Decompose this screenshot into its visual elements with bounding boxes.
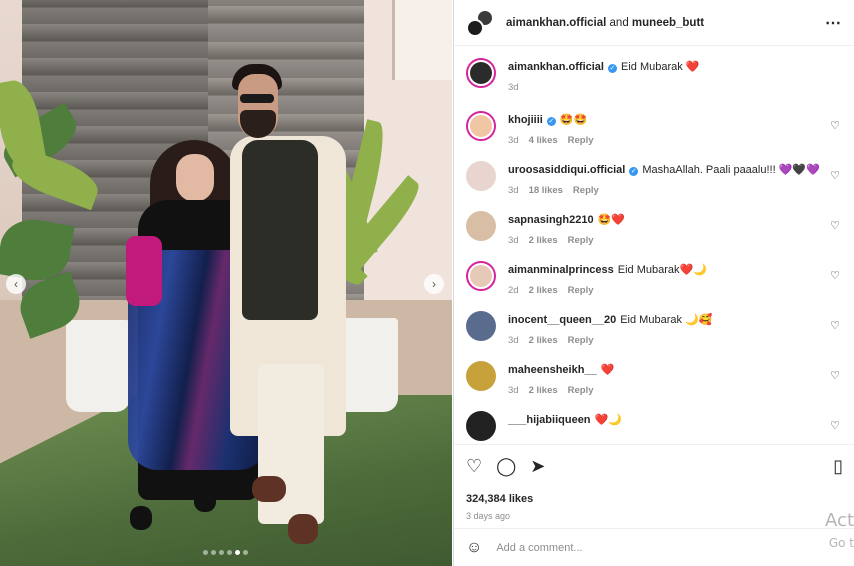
verified-badge-icon: ✓ (546, 117, 556, 126)
avatar (466, 18, 484, 37)
comments-list[interactable]: aimankhan.official ✓ Eid Mubarak ❤️ 3d kho… (454, 46, 854, 444)
comment-username[interactable]: inocent__queen__20 (508, 314, 616, 326)
man-figure (230, 64, 352, 544)
comment-username[interactable]: aimanminalprincess (508, 264, 614, 276)
add-comment-bar: ☺ (454, 528, 854, 566)
collab-avatars[interactable] (466, 8, 494, 37)
comment-username[interactable]: ___hijabiiqueen (508, 414, 591, 426)
comment-like-heart-icon[interactable]: ♡ (830, 169, 840, 182)
reply-button[interactable]: Reply (568, 135, 594, 146)
post-header: aimankhan.official and muneeb_butt ⋯ (454, 0, 854, 46)
comment-likes[interactable]: 2 likes (529, 285, 558, 296)
comment-like-heart-icon[interactable]: ♡ (830, 219, 840, 232)
comment-age: 2d (508, 285, 519, 296)
comment-item: ___hijabiiqueen ❤️🌙 ♡ (466, 411, 842, 441)
comment-username[interactable]: maheensheikh__ (508, 364, 597, 376)
activation-watermark-title: Act (825, 510, 854, 531)
comment-text: Eid Mubarak❤️🌙 (617, 264, 707, 276)
comment-input[interactable] (496, 541, 843, 554)
share-send-icon[interactable]: ➤ (530, 456, 545, 477)
reply-button[interactable]: Reply (568, 285, 594, 296)
carousel-indicator (203, 550, 248, 555)
carousel-dot (227, 550, 232, 555)
reply-button[interactable]: Reply (573, 185, 599, 196)
owner-username-link[interactable]: aimankhan.official (506, 17, 606, 29)
comment-username[interactable]: sapnasingh2210 (508, 214, 594, 226)
comment-item: inocent__queen__20 Eid Mubarak 🌙🥰 3d 2 li… (466, 311, 842, 346)
comment-age: 3d (508, 335, 519, 346)
caption-text: Eid Mubarak ❤️ (620, 61, 700, 73)
action-bar: ♡ ◯ ➤ ▯ 324,384 likes 3 days ago (454, 444, 854, 521)
comment-text: ❤️🌙 (594, 414, 622, 426)
avatar[interactable] (466, 161, 496, 191)
avatar[interactable] (466, 361, 496, 391)
comment-username[interactable]: khojiiii (508, 114, 543, 126)
reply-button[interactable]: Reply (568, 335, 594, 346)
emoji-icon[interactable]: ☺ (466, 539, 482, 557)
owners-separator: and (606, 16, 632, 29)
comment-text: ❤️ (600, 364, 615, 376)
comment-item: aimanminalprincess Eid Mubarak❤️🌙 2d 2 li… (466, 261, 842, 296)
carousel-prev-button[interactable]: ‹ (6, 274, 26, 294)
chevron-right-icon: › (432, 277, 436, 291)
post-photo[interactable]: ‹ › (0, 0, 452, 566)
carousel-next-button[interactable]: › (424, 274, 444, 294)
comment-like-heart-icon[interactable]: ♡ (830, 369, 840, 382)
avatar[interactable] (466, 411, 496, 441)
comment-item: maheensheikh__ ❤️ 3d 2 likes Reply ♡ (466, 361, 842, 396)
like-heart-icon[interactable]: ♡ (466, 456, 482, 477)
avatar[interactable] (466, 58, 496, 88)
comment-item: khojiiii ✓ 🤩🤩 3d 4 likes Reply ♡ (466, 111, 842, 146)
window (392, 0, 452, 80)
comment-text: 🤩❤️ (597, 214, 625, 226)
post-detail-panel: aimankhan.official and muneeb_butt ⋯ aim… (453, 0, 854, 566)
comment-likes[interactable]: 2 likes (529, 335, 558, 346)
comment-item: uroosasiddiqui.official ✓ MashaAllah. Paal… (466, 161, 842, 196)
comment-likes[interactable]: 2 likes (529, 235, 558, 246)
post-age[interactable]: 3 days ago (466, 511, 843, 521)
comment-age: 3d (508, 135, 519, 146)
chevron-left-icon: ‹ (14, 277, 18, 291)
comment-username[interactable]: uroosasiddiqui.official (508, 164, 625, 176)
bookmark-icon[interactable]: ▯ (833, 456, 843, 477)
left-planter (66, 320, 130, 412)
avatar[interactable] (466, 111, 496, 141)
comment-text: Eid Mubarak 🌙🥰 (620, 314, 713, 326)
carousel-dot (243, 550, 248, 555)
comment-bubble-icon[interactable]: ◯ (496, 456, 516, 477)
carousel-dot (203, 550, 208, 555)
comment-like-heart-icon[interactable]: ♡ (830, 419, 840, 432)
carousel-dot (235, 550, 240, 555)
carousel-dot (219, 550, 224, 555)
comment-likes[interactable]: 4 likes (529, 135, 558, 146)
avatar[interactable] (466, 261, 496, 291)
comment-text: MashaAllah. Paali paaalu!!! 💜🖤💜 (642, 164, 820, 176)
more-options-icon[interactable]: ⋯ (825, 13, 842, 33)
verified-badge-icon: ✓ (607, 64, 617, 73)
reply-button[interactable]: Reply (568, 235, 594, 246)
comment-like-heart-icon[interactable]: ♡ (830, 269, 840, 282)
comment-age: 3d (508, 235, 519, 246)
comment-item: sapnasingh2210 🤩❤️ 3d 2 likes Reply ♡ (466, 211, 842, 246)
post-owners: aimankhan.official and muneeb_butt (506, 17, 704, 29)
verified-badge-icon: ✓ (629, 167, 639, 176)
comment-age: 3d (508, 385, 519, 396)
caption-age: 3d (508, 82, 519, 93)
reply-button[interactable]: Reply (568, 385, 594, 396)
activation-watermark-subtitle: Go t (828, 536, 854, 550)
caption-username[interactable]: aimankhan.official (508, 61, 604, 73)
avatar[interactable] (466, 211, 496, 241)
comment-text: 🤩🤩 (559, 114, 588, 126)
comment-likes[interactable]: 18 likes (529, 185, 563, 196)
comment-like-heart-icon[interactable]: ♡ (830, 119, 840, 132)
comment-age: 3d (508, 185, 519, 196)
comment-likes[interactable]: 2 likes (529, 385, 558, 396)
likes-count[interactable]: 324,384 likes (466, 493, 843, 505)
carousel-dot (211, 550, 216, 555)
owner-username-link[interactable]: muneeb_butt (632, 17, 704, 29)
avatar[interactable] (466, 311, 496, 341)
comment-like-heart-icon[interactable]: ♡ (830, 319, 840, 332)
caption: aimankhan.official ✓ Eid Mubarak ❤️ 3d (466, 58, 842, 93)
